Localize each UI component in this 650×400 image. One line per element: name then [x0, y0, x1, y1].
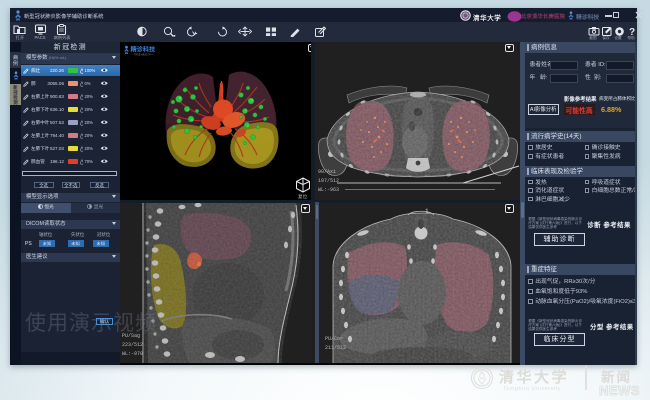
svg-text:1: 1: [425, 208, 429, 215]
svg-text:WL:-970: WL:-970: [122, 351, 143, 357]
svg-text:WL:-963: WL:-963: [318, 187, 339, 193]
svg-text:90/Axi: 90/Axi: [318, 169, 336, 175]
svg-text:复位: 复位: [298, 193, 308, 200]
svg-text:211/512: 211/512: [325, 345, 346, 351]
svg-text:— TRUE HEALTH —: — TRUE HEALTH —: [131, 54, 154, 57]
svg-text:197/512: 197/512: [318, 178, 339, 184]
svg-text:精诊科技: 精诊科技: [131, 46, 157, 54]
svg-text:?: ?: [629, 27, 635, 36]
svg-text:PU/Cor: PU/Cor: [325, 336, 343, 342]
svg-text:223/512: 223/512: [122, 342, 143, 348]
